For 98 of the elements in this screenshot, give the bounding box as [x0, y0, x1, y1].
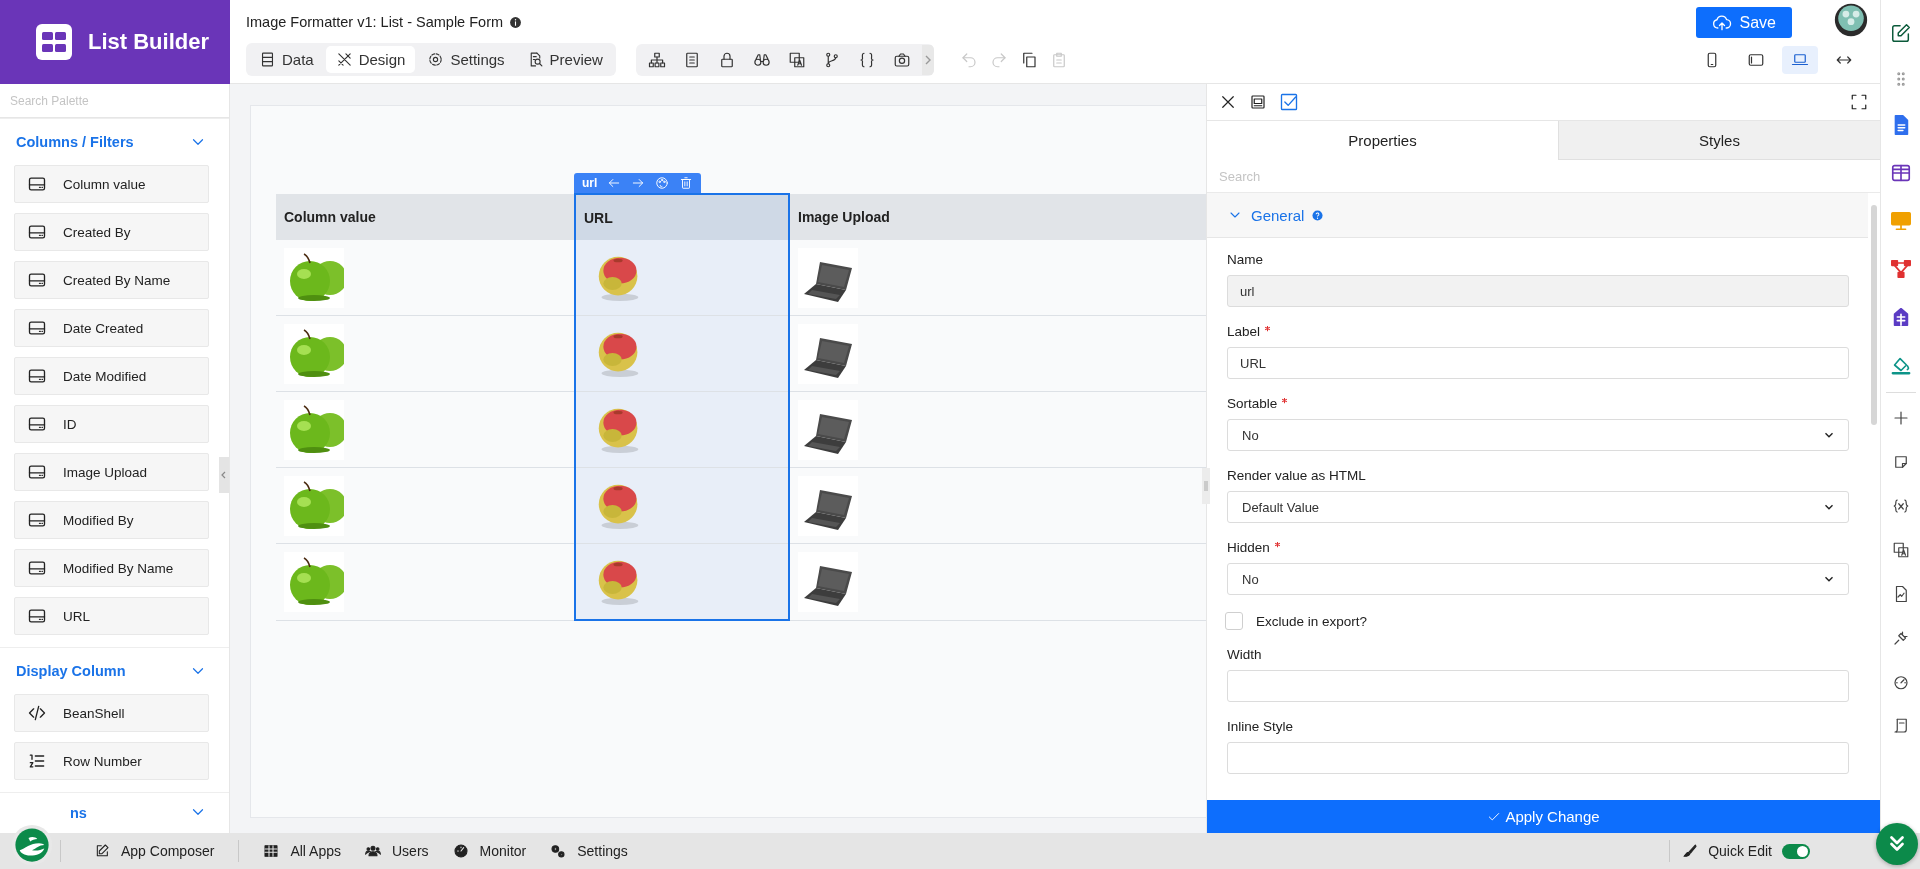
app-title: List Builder [88, 29, 209, 55]
info-icon[interactable] [509, 15, 523, 29]
section-header[interactable]: General [1207, 193, 1868, 238]
field-label: Inline Style [1227, 719, 1294, 734]
arrow-left-icon[interactable] [607, 176, 622, 190]
table-icon[interactable] [1889, 162, 1912, 184]
checkbox[interactable] [1225, 612, 1243, 630]
taskbar-item[interactable]: Monitor [440, 843, 539, 859]
document-title: Image Formatter v1: List - Sample Form [246, 14, 504, 30]
collapse-button[interactable] [1876, 823, 1918, 865]
item-label: Date Created [63, 320, 144, 336]
column-id-label: url [582, 176, 598, 190]
palette-item[interactable]: Column value [14, 165, 209, 203]
section-title[interactable]: Display Column [16, 663, 126, 679]
dropdown[interactable]: Default Value [1227, 491, 1849, 523]
device-view-button[interactable] [1782, 45, 1818, 74]
item-label: ID [63, 416, 77, 432]
resize-handle[interactable] [1202, 468, 1210, 504]
palette-item[interactable]: BeanShell [14, 694, 209, 732]
item-label: Created By Name [63, 272, 171, 288]
flow-icon[interactable] [1889, 258, 1912, 280]
apply-button[interactable]: Apply Change [1207, 800, 1880, 833]
item-label: Column value [63, 176, 146, 192]
table-icon [263, 843, 280, 859]
taskbar-item[interactable]: App Composer [82, 843, 227, 859]
section-title[interactable]: Columns / Filters [16, 134, 134, 150]
gears-icon [550, 843, 567, 859]
item-label: Date Modified [63, 368, 147, 384]
field-label: Hidden [1227, 540, 1270, 555]
field-label: Sortable [1227, 396, 1278, 411]
field-label: Name [1227, 252, 1263, 267]
dropdown[interactable]: No [1227, 419, 1849, 451]
palette-item[interactable]: Date Modified [14, 357, 209, 395]
translate-icon[interactable] [787, 50, 806, 69]
palette-item[interactable]: Row Number [14, 742, 209, 780]
fullscreen-icon[interactable] [1850, 93, 1868, 111]
field-label: Width [1227, 647, 1262, 662]
palette-item[interactable]: Created By [14, 213, 209, 251]
avatar[interactable] [1834, 3, 1868, 37]
variable-icon[interactable] [1891, 497, 1910, 515]
gauge-icon [452, 843, 469, 859]
quick-edit-label: Quick Edit [1708, 843, 1772, 859]
palette-item[interactable]: Modified By Name [14, 549, 209, 587]
save-button[interactable]: Save [1695, 7, 1792, 38]
collapse-handle[interactable] [219, 457, 229, 493]
form-icon[interactable] [1249, 93, 1267, 111]
item-label: URL [63, 608, 90, 624]
mode-tab[interactable]: Settings [417, 46, 515, 73]
help-icon[interactable] [1312, 209, 1324, 221]
palette-item[interactable]: Date Created [14, 309, 209, 347]
palette-icon[interactable] [655, 176, 670, 190]
palette-item[interactable]: URL [14, 597, 209, 635]
sitemap-icon[interactable] [647, 50, 666, 69]
toggle-switch[interactable] [1782, 843, 1810, 859]
palette-item[interactable]: Created By Name [14, 261, 209, 299]
table-rows-icon [259, 51, 276, 68]
tools-icon [335, 51, 353, 68]
item-label: Row Number [63, 753, 142, 769]
column-header[interactable]: Image Upload [789, 194, 1206, 240]
taskbar-item[interactable]: Users [353, 843, 441, 859]
grid-logo-icon [34, 22, 74, 62]
item-label: Modified By [63, 512, 134, 528]
users-icon [365, 843, 381, 859]
taskbar-item[interactable]: Settings [538, 843, 640, 859]
settings-icon [427, 51, 445, 68]
camera-icon[interactable] [892, 50, 911, 69]
field-label: Label [1227, 324, 1261, 339]
column-header[interactable]: Column value [276, 194, 575, 240]
item-label: Modified By Name [63, 560, 174, 576]
gauge-icon[interactable] [1891, 673, 1910, 691]
palette-item[interactable]: Image Upload [14, 453, 209, 491]
checkbox-label: Exclude in export? [1256, 613, 1368, 629]
palette-item[interactable]: ID [14, 405, 209, 443]
close-icon[interactable] [1219, 93, 1237, 111]
edit-icon[interactable] [1889, 22, 1912, 44]
text-field[interactable]: URL [1227, 347, 1849, 379]
arrow-right-icon[interactable] [631, 176, 646, 190]
palette-item[interactable]: Modified By [14, 501, 209, 539]
mode-tab[interactable]: Preview [516, 46, 613, 73]
mode-tab[interactable]: Data [249, 46, 324, 73]
pencil-square-icon [94, 843, 110, 859]
taskbar-item[interactable]: All Apps [251, 843, 353, 859]
text-field[interactable] [1227, 742, 1849, 774]
mode-tab[interactable]: Design [325, 46, 416, 73]
item-label: BeanShell [63, 705, 125, 721]
translate-icon[interactable] [1891, 541, 1910, 559]
field-label: Render value as HTML [1227, 468, 1366, 483]
panel-tab[interactable]: Styles [1558, 121, 1880, 160]
code-icon [27, 703, 47, 723]
trash-icon[interactable] [679, 176, 694, 190]
checkbox-icon[interactable] [1279, 92, 1299, 112]
section-title[interactable]: ns [70, 805, 87, 821]
item-label: Created By [63, 224, 131, 240]
dropdown[interactable]: No [1227, 563, 1849, 595]
section-title: General [1251, 206, 1305, 224]
brush-icon [1682, 843, 1699, 859]
item-label: Image Upload [63, 464, 148, 480]
text-field[interactable] [1227, 670, 1849, 702]
